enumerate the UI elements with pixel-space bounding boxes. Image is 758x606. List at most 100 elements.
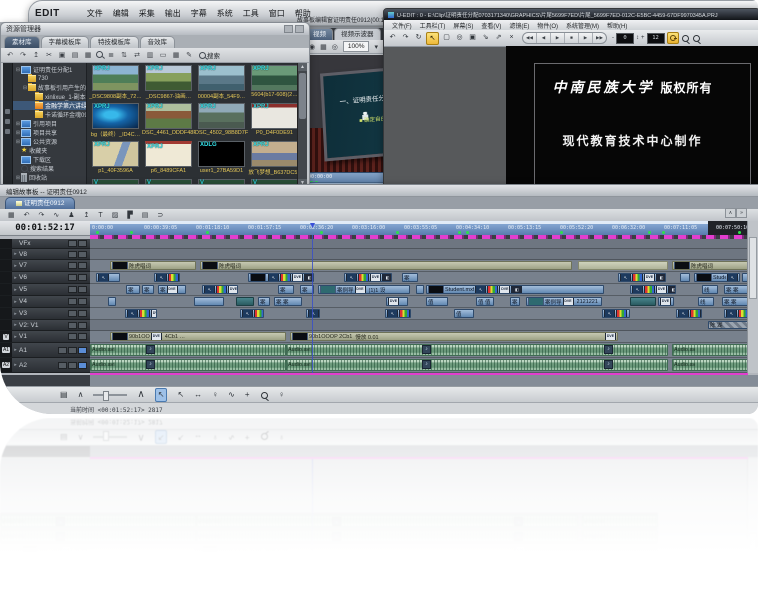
track-toggle-icon[interactable] <box>68 310 77 317</box>
save-icon[interactable]: ▣ <box>467 32 478 43</box>
chevron-right-icon[interactable]: ▸ <box>12 275 19 281</box>
timeline-clip[interactable] <box>194 297 224 306</box>
chevron-right-icon[interactable]: ▸ <box>12 334 19 340</box>
track-lane-V3[interactable]: ↖DVE↖↖↖DVE值↖↖↖DVE <box>90 308 748 320</box>
uedit-menu-item[interactable]: 物件(O) <box>533 21 562 30</box>
tree-item[interactable]: ⊟证明责任分配1 <box>13 65 86 74</box>
timeline-clip[interactable] <box>108 297 116 306</box>
timeline-clip[interactable]: 值 <box>454 309 474 318</box>
track-lane-V7[interactable]: 陈虎唱词陈虎唱词陈虎唱词 <box>90 260 748 272</box>
resource-tab-inactive[interactable]: 音效库 <box>140 36 176 48</box>
scrollbar-thumb[interactable] <box>299 73 306 119</box>
audio-toggle-icon[interactable] <box>78 362 87 369</box>
zoom-slider[interactable] <box>93 394 127 396</box>
text-icon[interactable]: T <box>98 210 102 221</box>
thumbnail-scrollbar[interactable]: ▲ ▼ <box>297 63 307 187</box>
export-icon[interactable]: ⇘ <box>480 32 491 43</box>
menubar-item[interactable]: 采集 <box>134 8 160 19</box>
tree-item[interactable]: ⊞回收站 <box>13 173 86 182</box>
timeline-clip[interactable]: ↖DVE <box>202 285 238 294</box>
list-icon[interactable]: ≣ <box>106 51 116 60</box>
track-lane-V6[interactable]: ↖↖So↖DVE◧↖DVE◧案↖DVE◧Stude↖ <box>90 272 748 284</box>
uedit-menu-item[interactable]: 查看(V) <box>477 21 505 30</box>
film-icon[interactable]: ▦ <box>171 51 181 60</box>
import-icon[interactable]: ⇗ <box>493 32 504 43</box>
timeline-clip[interactable]: ↖DVE <box>125 309 157 318</box>
timeline-clip[interactable]: 案 <box>258 297 270 306</box>
timeline-clip[interactable]: ↖DVE <box>724 309 748 318</box>
search-control[interactable]: 搜索 <box>199 50 220 60</box>
timeline-clip[interactable]: ↖ <box>154 273 180 282</box>
track-patch-badge[interactable]: V <box>3 334 8 340</box>
track-toggle-icon[interactable] <box>78 251 87 258</box>
asset-thumbnail[interactable]: XPRJDSC_4502_98B8D7F8 <box>195 103 248 136</box>
cursor-icon[interactable]: ↖ <box>426 32 439 45</box>
track-toggle-icon[interactable] <box>78 298 87 305</box>
timeline-clip[interactable]: ↖DVE <box>385 309 411 318</box>
track-patch-badge[interactable]: A1 <box>2 347 10 353</box>
track-toggle-icon[interactable] <box>68 274 77 281</box>
timeline-clip[interactable]: 案 案 <box>724 285 748 294</box>
resource-tab-active[interactable]: 素材库 <box>4 36 40 48</box>
timeline-clip[interactable]: 值 值 <box>476 297 494 306</box>
mark-icon[interactable]: ♀ <box>212 389 218 401</box>
paste-icon[interactable]: ▤ <box>70 51 80 60</box>
track-toggle-icon[interactable] <box>68 262 77 269</box>
timeline-clip[interactable]: 案 <box>278 285 294 294</box>
timeline-clip[interactable]: Stude↖ <box>694 273 740 282</box>
track-header-V6[interactable]: ▸V6 <box>0 272 90 284</box>
h-expand-icon[interactable]: ↔ <box>194 389 202 401</box>
timeline-clip[interactable]: 陈虎唱词 <box>200 261 572 270</box>
timeline-titlebar[interactable]: 编辑故事板 -- 证明责任0912 <box>0 185 758 197</box>
track-lane-V1[interactable]: 90b1OODVE4Cb1 …90b1OOOP 2Cb1慢放 0.01DVE <box>90 331 748 343</box>
chevron-down-icon[interactable]: ▾ <box>374 43 378 51</box>
track-toggle-icon[interactable] <box>68 347 77 354</box>
timeline-clip[interactable]: ↖ <box>306 309 320 318</box>
track-header-V7[interactable]: ▸V7 <box>0 260 90 272</box>
asset-thumbnail[interactable]: XPRJ_DSC9808副本_72… <box>89 65 142 100</box>
uedit-menu-item[interactable]: 滤镜(E) <box>505 21 533 30</box>
redo-icon[interactable]: ↷ <box>39 210 45 221</box>
timeline-vscrollbar[interactable] <box>747 221 758 373</box>
cursor-icon[interactable]: ↖ <box>155 388 168 402</box>
piece-icon[interactable]: ♟ <box>68 210 74 221</box>
close-icon[interactable] <box>295 25 304 33</box>
wave-icon[interactable]: ∿ <box>53 210 59 221</box>
track-header-V5[interactable]: ▸V5 <box>0 284 90 296</box>
grid-icon[interactable]: ▦ <box>83 51 93 60</box>
track-lane-V8[interactable] <box>90 249 748 260</box>
settings-icon[interactable]: ◎ <box>454 32 465 43</box>
menubar-item[interactable]: 系统 <box>212 8 238 19</box>
track-toggle-icon[interactable] <box>68 333 77 340</box>
uedit-menu-item[interactable]: 文件(F) <box>388 21 416 30</box>
swap-icon[interactable]: ⇄ <box>132 51 142 60</box>
chevron-right-icon[interactable]: ▸ <box>12 322 19 328</box>
timeline-clip[interactable]: ↖DVE◧ <box>618 273 666 282</box>
timeline-clip[interactable]: Audio.av <box>672 359 748 371</box>
track-header-V1[interactable]: V▸V1 <box>0 331 90 343</box>
menubar-item[interactable]: 窗口 <box>264 8 290 19</box>
panel-icon[interactable] <box>5 109 10 114</box>
menubar-item[interactable]: 文件 <box>82 8 108 19</box>
tree-item[interactable]: 卡诺循环金魂09 <box>13 110 86 119</box>
timeline-clip[interactable]: Audio.av <box>672 344 748 356</box>
tree-item[interactable]: 下载区 <box>13 155 86 164</box>
track-lane-A1[interactable]: Audio.aviAudio.aviAudio.av♪♪♪ <box>90 343 748 358</box>
track-header-VFx[interactable]: VFx <box>0 239 90 249</box>
uedit-menu-item[interactable]: 工具栏(T) <box>416 21 450 30</box>
up-icon[interactable]: ↥ <box>84 210 90 221</box>
menubar-item[interactable]: 字幕 <box>186 8 212 19</box>
timeline-clip[interactable]: ↖DVE◧ <box>344 273 392 282</box>
copy-icon[interactable]: ▣ <box>57 51 67 60</box>
minus-button[interactable]: - <box>612 35 614 41</box>
timeline-clip[interactable] <box>416 285 424 294</box>
menubar-item[interactable]: 编辑 <box>108 8 134 19</box>
chevron-right-icon[interactable]: ▸ <box>12 299 19 305</box>
key-icon[interactable] <box>667 32 679 44</box>
uedit-menu-item[interactable]: 帮助(H) <box>603 21 631 30</box>
timeline-clip[interactable]: 案例导DVE2121221 <box>526 297 602 306</box>
timeline-clip[interactable]: 案 <box>510 297 520 306</box>
timeline-clip[interactable] <box>236 297 254 306</box>
timeline-clip[interactable]: 陈虎唱词 <box>110 261 196 270</box>
grid-icon[interactable]: ▦ <box>8 210 15 221</box>
